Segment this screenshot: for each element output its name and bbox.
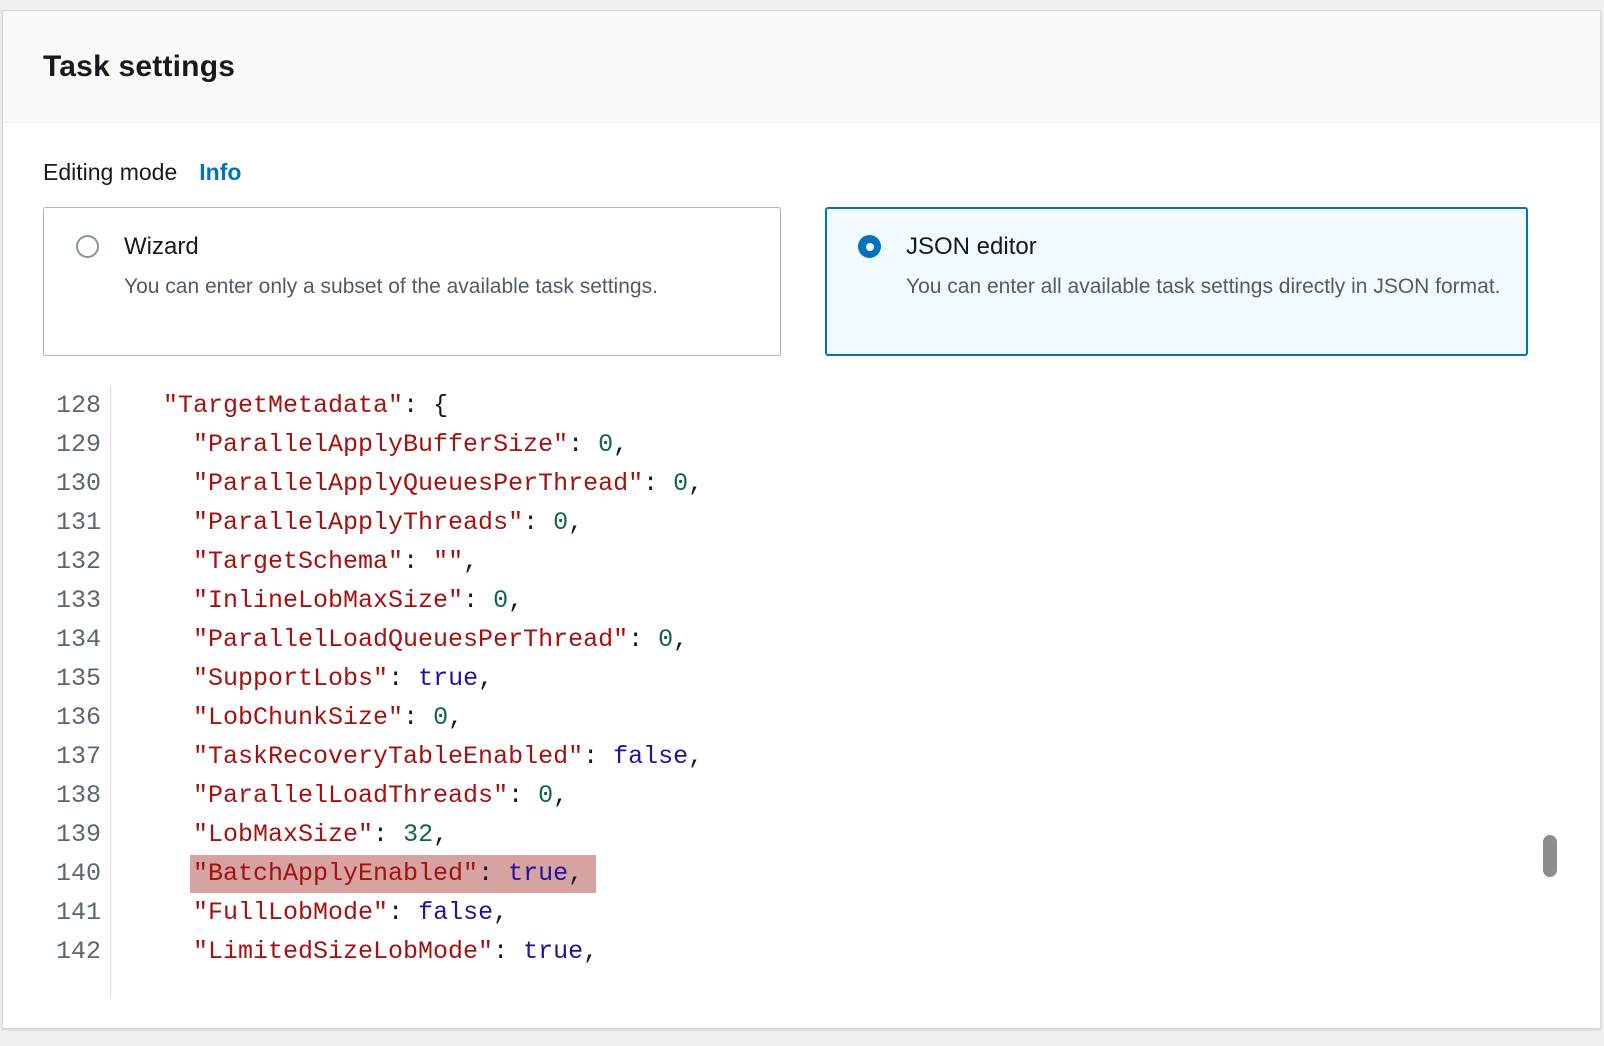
code-line-content: "ParallelApplyBufferSize": 0, — [111, 425, 628, 464]
json-code-editor[interactable]: 128 "TargetMetadata": {129 "ParallelAppl… — [43, 386, 1560, 997]
panel-title: Task settings — [43, 50, 235, 84]
json-editor-option-text: JSON editor You can enter all available … — [906, 232, 1501, 305]
line-number: 128 — [43, 386, 111, 425]
code-line-content: "ParallelApplyThreads": 0, — [111, 503, 583, 542]
wizard-option-text: Wizard You can enter only a subset of th… — [124, 232, 658, 305]
task-settings-panel: Task settings Editing mode Info Wizard Y… — [2, 10, 1601, 1029]
line-number: 138 — [43, 776, 111, 815]
info-link[interactable]: Info — [199, 157, 241, 187]
code-line: 138 "ParallelLoadThreads": 0, — [43, 776, 1560, 815]
code-line: 131 "ParallelApplyThreads": 0, — [43, 503, 1560, 542]
editing-mode-label: Editing mode — [43, 157, 177, 187]
line-number: 139 — [43, 815, 111, 854]
json-editor-option-description: You can enter all available task setting… — [906, 269, 1501, 305]
code-line: 139 "LobMaxSize": 32, — [43, 815, 1560, 854]
line-number: 130 — [43, 464, 111, 503]
code-line: 140 "BatchApplyEnabled": true, — [43, 854, 1560, 893]
code-line-content: "ParallelApplyQueuesPerThread": 0, — [111, 464, 703, 503]
scrollbar-thumb[interactable] — [1543, 835, 1557, 877]
code-line: 129 "ParallelApplyBufferSize": 0, — [43, 425, 1560, 464]
highlighted-code: "BatchApplyEnabled": true, — [190, 855, 596, 893]
wizard-option-description: You can enter only a subset of the avail… — [124, 269, 658, 305]
line-number: 129 — [43, 425, 111, 464]
code-line: 137 "TaskRecoveryTableEnabled": false, — [43, 737, 1560, 776]
code-line: 136 "LobChunkSize": 0, — [43, 698, 1560, 737]
code-gutter-tail — [43, 971, 1560, 997]
code-line: 130 "ParallelApplyQueuesPerThread": 0, — [43, 464, 1560, 503]
line-number: 132 — [43, 542, 111, 581]
code-line-content: "FullLobMode": false, — [111, 893, 508, 932]
panel-header: Task settings — [3, 11, 1600, 123]
wizard-radio-icon[interactable] — [76, 235, 99, 258]
editing-mode-options: Wizard You can enter only a subset of th… — [43, 207, 1560, 356]
code-line-content: "InlineLobMaxSize": 0, — [111, 581, 523, 620]
code-line-content: "SupportLobs": true, — [111, 659, 493, 698]
page: Task settings Editing mode Info Wizard Y… — [0, 0, 1604, 1046]
code-line-content: "ParallelLoadThreads": 0, — [111, 776, 568, 815]
line-number: 135 — [43, 659, 111, 698]
line-number: 141 — [43, 893, 111, 932]
editing-mode-row: Editing mode Info — [43, 157, 1560, 187]
code-line: 133 "InlineLobMaxSize": 0, — [43, 581, 1560, 620]
code-line: 141 "FullLobMode": false, — [43, 893, 1560, 932]
code-line-content: "BatchApplyEnabled": true, — [111, 854, 596, 893]
code-line: 142 "LimitedSizeLobMode": true, — [43, 932, 1560, 971]
panel-content: Editing mode Info Wizard You can enter o… — [3, 157, 1600, 997]
option-card-wizard[interactable]: Wizard You can enter only a subset of th… — [43, 207, 781, 356]
code-line-content: "LobChunkSize": 0, — [111, 698, 463, 737]
line-number: 140 — [43, 854, 111, 893]
code-line-content: "LimitedSizeLobMode": true, — [111, 932, 598, 971]
line-number: 134 — [43, 620, 111, 659]
option-card-json-editor[interactable]: JSON editor You can enter all available … — [825, 207, 1528, 356]
code-line-content: "TargetSchema": "", — [111, 542, 478, 581]
line-number: 137 — [43, 737, 111, 776]
line-number: 142 — [43, 932, 111, 971]
code-line-content: "LobMaxSize": 32, — [111, 815, 448, 854]
code-line: 128 "TargetMetadata": { — [43, 386, 1560, 425]
code-line-content: "TaskRecoveryTableEnabled": false, — [111, 737, 703, 776]
line-number: 131 — [43, 503, 111, 542]
json-editor-option-label: JSON editor — [906, 232, 1501, 262]
code-line-content: "TargetMetadata": { — [111, 386, 448, 425]
code-line-content: "ParallelLoadQueuesPerThread": 0, — [111, 620, 688, 659]
code-line: 132 "TargetSchema": "", — [43, 542, 1560, 581]
code-line: 135 "SupportLobs": true, — [43, 659, 1560, 698]
json-editor-radio-icon[interactable] — [858, 235, 881, 258]
line-number: 136 — [43, 698, 111, 737]
line-number: 133 — [43, 581, 111, 620]
code-line: 134 "ParallelLoadQueuesPerThread": 0, — [43, 620, 1560, 659]
wizard-option-label: Wizard — [124, 232, 658, 262]
